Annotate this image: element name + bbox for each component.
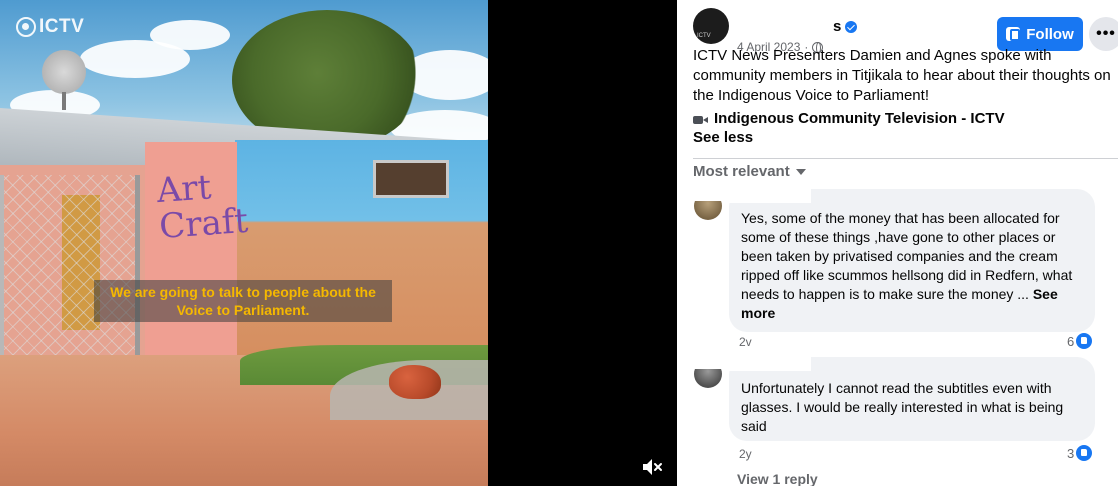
movie-camera-icon xyxy=(693,113,709,125)
comment-reactions[interactable]: 6 xyxy=(1067,333,1093,349)
cloud xyxy=(150,20,230,50)
comment-sort-dropdown[interactable]: Most relevant xyxy=(693,163,806,180)
chevron-down-icon xyxy=(795,168,806,175)
channel-watermark: ICTV xyxy=(16,16,84,38)
follow-label: Follow xyxy=(1026,25,1074,43)
like-icon xyxy=(1076,333,1093,349)
comment-timestamp[interactable]: 2v xyxy=(739,335,752,349)
page-link[interactable]: Indigenous Community Television - ICTV xyxy=(693,110,1005,127)
avatar-occluder xyxy=(689,357,725,369)
video-frame: Art Craft ICTV We are going to talk to p… xyxy=(0,0,488,486)
comment-bubble: Yes, some of the money that has been all… xyxy=(729,189,1095,332)
follow-page-icon xyxy=(1006,27,1021,41)
satellite-dish-pole xyxy=(62,92,66,110)
watermark-text: ICTV xyxy=(39,16,85,37)
satellite-dish xyxy=(42,50,86,94)
comment-text: Unfortunately I cannot read the subtitle… xyxy=(741,380,1064,434)
page-link-label: Indigenous Community Television - ICTV xyxy=(714,110,1005,127)
see-less-link[interactable]: See less xyxy=(693,129,753,146)
page-name[interactable]: s xyxy=(833,18,841,35)
view-replies-link[interactable]: View 1 reply xyxy=(737,471,818,486)
more-dots-icon: ••• xyxy=(1096,25,1116,42)
reaction-count: 6 xyxy=(1067,333,1075,349)
comment-reactions[interactable]: 3 xyxy=(1067,445,1093,461)
facebook-video-viewer: Art Craft ICTV We are going to talk to p… xyxy=(0,0,1118,486)
reaction-count: 3 xyxy=(1067,445,1075,461)
post-side-panel: s 4 April 2023 · Follow ••• ICTV News Pr… xyxy=(677,0,1118,486)
like-icon xyxy=(1076,445,1093,461)
building-window xyxy=(373,160,449,198)
comment-text: Yes, some of the money that has been all… xyxy=(741,210,1073,302)
art-craft-mural-text: Art Craft xyxy=(155,167,250,248)
header-occluder xyxy=(729,4,839,30)
volume-muted-icon[interactable] xyxy=(640,456,664,478)
verified-badge-icon xyxy=(845,21,857,33)
comment-timestamp[interactable]: 2y xyxy=(739,447,752,461)
red-rock xyxy=(389,365,441,399)
video-player[interactable]: Art Craft ICTV We are going to talk to p… xyxy=(0,0,677,486)
page-avatar[interactable] xyxy=(693,8,729,44)
ictv-logo-icon xyxy=(16,17,36,37)
commenter-name-occluder xyxy=(729,189,811,203)
post-caption: ICTV News Presenters Damien and Agnes sp… xyxy=(693,47,1111,104)
mural-wall xyxy=(235,140,488,370)
sort-label: Most relevant xyxy=(693,163,790,180)
divider xyxy=(693,158,1118,159)
commenter-name-occluder xyxy=(729,357,811,371)
avatar-occluder xyxy=(689,189,725,201)
video-subtitle: We are going to talk to people about the… xyxy=(94,280,392,322)
chain-link-fence xyxy=(0,175,140,375)
